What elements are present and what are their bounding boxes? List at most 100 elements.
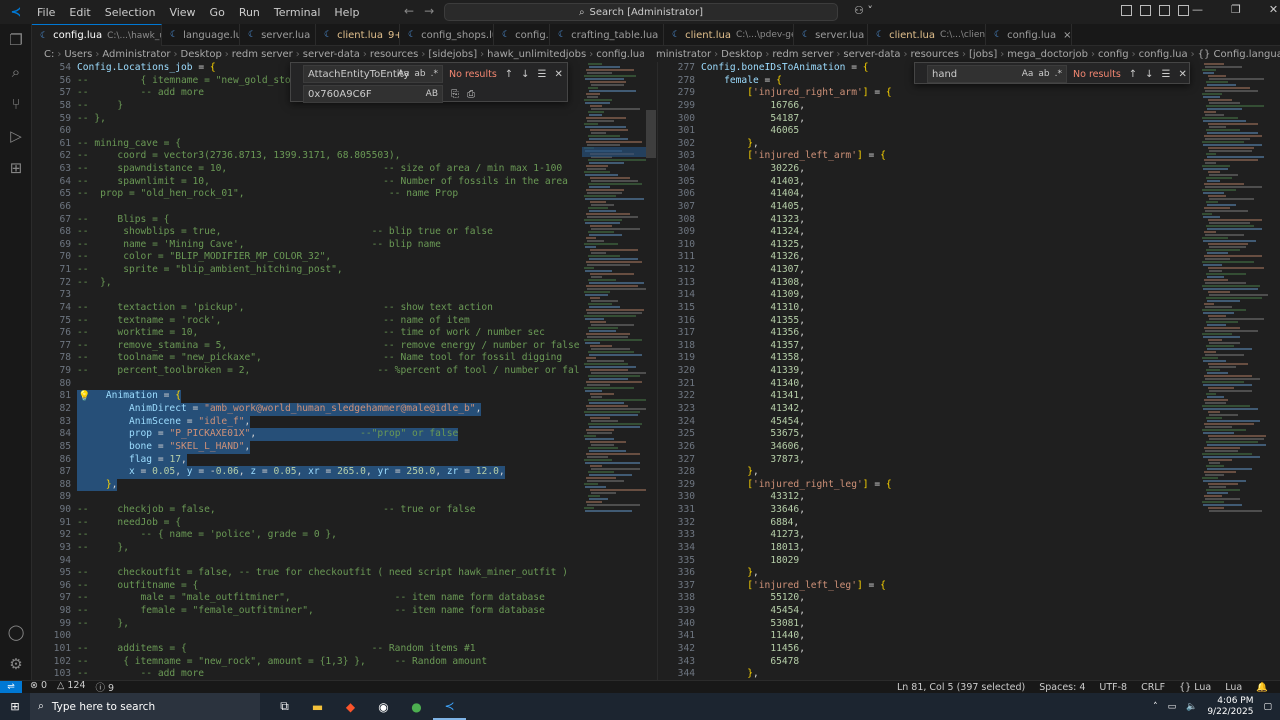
code-line[interactable]: 319 41358,	[658, 352, 1198, 365]
code-line[interactable]: 315 41310,	[658, 302, 1198, 315]
code-line[interactable]: 99 -- },	[32, 618, 580, 631]
code-line[interactable]: 318 41357,	[658, 340, 1198, 353]
code-line[interactable]: 321 41340,	[658, 378, 1198, 391]
breadcrumb-item[interactable]: server-data	[303, 49, 360, 60]
code-line[interactable]: 279 ['injured_right_arm'] = {	[658, 87, 1198, 100]
menu-item-terminal[interactable]: Terminal	[267, 6, 328, 19]
code-line[interactable]: 302 },	[658, 138, 1198, 151]
code-line[interactable]: 94	[32, 555, 580, 568]
breadcrumb-item[interactable]: config.lua	[1139, 49, 1188, 60]
code-line[interactable]: 343 65478	[658, 656, 1198, 669]
code-line[interactable]: 342 11456,	[658, 643, 1198, 656]
settings-gear-icon[interactable]: ⚙	[0, 648, 32, 680]
lightbulb-icon[interactable]: 💡	[78, 391, 90, 402]
breadcrumb-item[interactable]: Desktop	[721, 49, 762, 60]
problems-summary[interactable]: ⊗ 0 △ 124 ⓘ 9	[30, 680, 114, 694]
breadcrumb-item[interactable]: C:	[44, 49, 54, 60]
code-line[interactable]: 73	[32, 289, 580, 302]
code-line[interactable]: 69 -- name = 'Mining Cave', -- blip name	[32, 239, 580, 252]
command-center-search[interactable]: ⌕ Search [Administrator]	[444, 3, 838, 21]
breadcrumb-item[interactable]: resources	[911, 49, 959, 60]
toggle-sidebar-icon[interactable]	[1121, 5, 1132, 16]
next-match-icon[interactable]: ↓	[521, 69, 529, 80]
scrollbar-left[interactable]	[646, 110, 656, 158]
windows-start-icon[interactable]: ⊞	[0, 693, 30, 720]
tab-client-lua[interactable]: ☾client.luaC:\...\client9+	[868, 24, 986, 46]
code-line[interactable]: 328 },	[658, 466, 1198, 479]
previous-match-icon[interactable]: ↑	[505, 69, 513, 80]
match-word-icon[interactable]: ab	[1038, 69, 1049, 79]
code-line[interactable]: 79 -- percent_toolbroken = 2, -- %percent…	[32, 365, 580, 378]
code-line[interactable]: 92 -- -- { name = 'police', grade = 0 },	[32, 529, 580, 542]
volume-icon[interactable]: 🔈	[1186, 702, 1197, 712]
tab-config-lua[interactable]: ☾config.luaC:\...\hawk_unlimitedjobs×	[32, 24, 162, 46]
code-line[interactable]: 78 -- toolname = "new_pickaxe", -- Name t…	[32, 352, 580, 365]
notification-center-icon[interactable]: ▢	[1263, 702, 1272, 712]
code-line[interactable]: 311 41326,	[658, 251, 1198, 264]
code-line[interactable]: 72 -- },	[32, 277, 580, 290]
tab-config-lu[interactable]: ☾ config.lu	[494, 24, 550, 46]
code-line[interactable]: 80	[32, 378, 580, 391]
encoding[interactable]: UTF-8	[1099, 682, 1127, 693]
menu-item-selection[interactable]: Selection	[98, 6, 163, 19]
clock[interactable]: 4:06 PM 9/22/2025	[1207, 696, 1253, 718]
close-find-icon[interactable]: ✕	[1179, 69, 1187, 80]
breadcrumb-item[interactable]: hawk_unlimitedjobs	[487, 49, 586, 60]
match-case-icon[interactable]: Aa	[1022, 69, 1034, 79]
minimap-right[interactable]	[1200, 62, 1274, 680]
replace-icon[interactable]: ⎘	[451, 89, 459, 100]
code-line[interactable]: 320 41339,	[658, 365, 1198, 378]
replace-all-icon[interactable]: ⎙	[467, 89, 475, 100]
code-line[interactable]: 76 -- worktime = 10, -- time of work / nu…	[32, 327, 580, 340]
tab-server-lua[interactable]: ☾ server.lua	[794, 24, 868, 46]
code-line[interactable]: 100	[32, 630, 580, 643]
close-tab-icon[interactable]: ×	[1063, 30, 1071, 41]
tray-chevron-icon[interactable]: ˄	[1153, 702, 1158, 712]
code-line[interactable]: 333 41273,	[658, 529, 1198, 542]
code-line[interactable]: 307 41405,	[658, 201, 1198, 214]
breadcrumb-item[interactable]: Administrator	[102, 49, 170, 60]
file-explorer-icon[interactable]: ▬	[301, 693, 334, 720]
network-icon[interactable]: ▭	[1168, 702, 1177, 712]
code-line[interactable]: 67 -- Blips = {	[32, 214, 580, 227]
notifications-icon[interactable]: 🔔	[1256, 682, 1268, 693]
code-line[interactable]: 341 11440,	[658, 630, 1198, 643]
find-input[interactable]: AttachEntityToEntity Aa ab .*	[303, 65, 443, 83]
copilot-icon[interactable]: ⚇ ˅	[854, 4, 873, 17]
code-line[interactable]: 81 Animation = {	[32, 390, 580, 403]
code-line[interactable]: 306 41404,	[658, 188, 1198, 201]
tab-client-lua[interactable]: ☾ client.lua 9+	[316, 24, 400, 46]
task-view-icon[interactable]: ⧉	[268, 693, 301, 720]
code-line[interactable]: 71 -- sprite = "blip_ambient_hitching_pos…	[32, 264, 580, 277]
close-window-icon[interactable]: ✕	[1269, 3, 1278, 16]
line-ending[interactable]: CRLF	[1141, 682, 1165, 693]
code-line[interactable]: 338 55120,	[658, 592, 1198, 605]
code-line[interactable]: 70 -- color = "BLIP_MODIFIER_MP_COLOR_32"…	[32, 251, 580, 264]
previous-match-icon[interactable]: ↑	[1129, 69, 1137, 80]
code-line[interactable]: 312 41307,	[658, 264, 1198, 277]
code-line[interactable]: 95 -- checkoutfit = false, -- true for ch…	[32, 567, 580, 580]
code-line[interactable]: 62 -- coord = vector3(2736.8713, 1399.317…	[32, 150, 580, 163]
breadcrumb-item[interactable]: redm server	[232, 49, 293, 60]
language-server[interactable]: Lua	[1225, 682, 1242, 693]
breadcrumb-item[interactable]: ministrator	[656, 49, 711, 60]
minimize-icon[interactable]: —	[1192, 3, 1203, 16]
breadcrumb-item[interactable]: server-data	[843, 49, 900, 60]
code-line[interactable]: 313 41308,	[658, 277, 1198, 290]
breadcrumb-item[interactable]: Desktop	[181, 49, 222, 60]
editor-right[interactable]: 277 Config.boneIDsToAnimation = {278 fema…	[658, 62, 1198, 680]
tab-config-shops-lua[interactable]: ☾ config_shops.lua	[400, 24, 494, 46]
brave-browser-icon[interactable]: ◆	[334, 693, 367, 720]
code-line[interactable]: 85 bone = "SKEL_L_HAND",	[32, 440, 580, 454]
regex-icon[interactable]: .*	[431, 69, 438, 79]
vscode-taskbar-icon[interactable]: ≺	[433, 693, 466, 720]
toggle-editor-icon[interactable]	[1140, 5, 1151, 16]
toggle-secondary-sidebar-icon[interactable]	[1178, 5, 1189, 16]
close-find-icon[interactable]: ✕	[555, 69, 563, 80]
code-line[interactable]: 75 -- textname = 'rock', -- name of item	[32, 315, 580, 328]
toggle-panel-icon[interactable]	[1159, 5, 1170, 16]
tab-config-lua[interactable]: ☾ config.lua ×	[986, 24, 1072, 46]
preserve-case-icon[interactable]: AB	[426, 89, 438, 99]
breadcrumb-item[interactable]: resources	[370, 49, 418, 60]
breadcrumb-item[interactable]: {} Config.language	[1198, 49, 1280, 60]
